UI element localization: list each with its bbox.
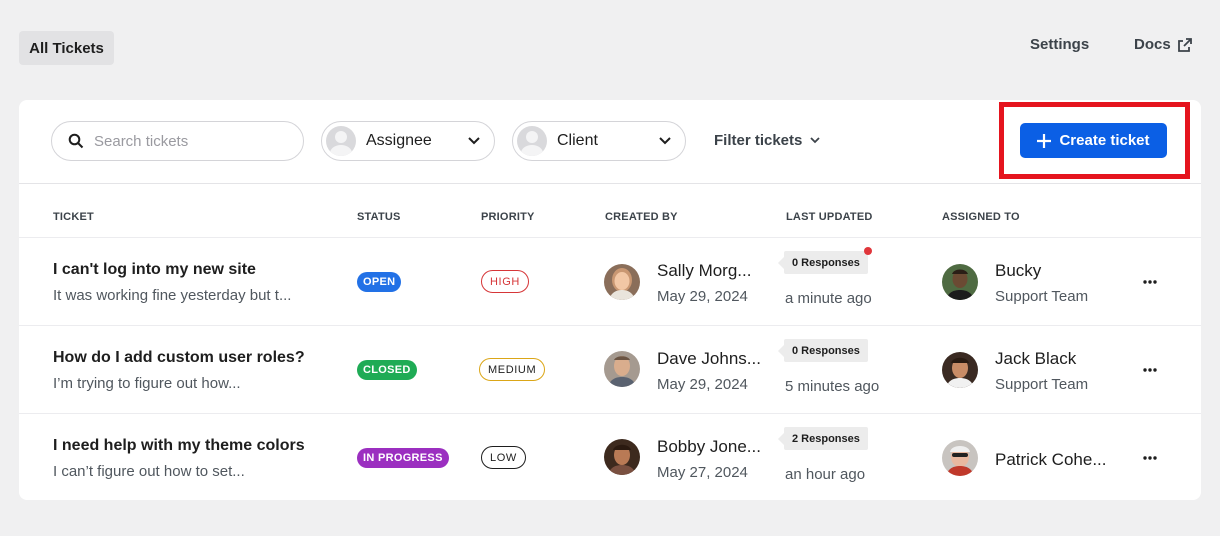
- ticket-excerpt: I can’t figure out how to set...: [53, 463, 245, 480]
- avatar: [604, 264, 640, 300]
- assignee-name: Patrick Cohe...: [995, 450, 1107, 469]
- client-avatar-placeholder-icon: [517, 126, 547, 156]
- table-row[interactable]: How do I add custom user roles? I’m tryi…: [19, 326, 1201, 414]
- top-bar: All Tickets Settings Docs: [0, 0, 1220, 100]
- responses-count: 2 Responses: [792, 432, 860, 445]
- tickets-toolbar: Assignee Client Filter tickets Create ti…: [19, 100, 1201, 184]
- more-actions-button[interactable]: [1139, 272, 1161, 292]
- client-dropdown-label: Client: [557, 132, 598, 149]
- create-ticket-button[interactable]: Create ticket: [1020, 123, 1167, 158]
- ticket-excerpt: It was working fine yesterday but t...: [53, 287, 292, 304]
- creator-name: Sally Morg...: [657, 261, 752, 280]
- settings-label: Settings: [1030, 36, 1090, 53]
- column-header-created-by: CREATED BY: [605, 211, 678, 223]
- priority-badge: HIGH: [481, 270, 529, 293]
- responses-count: 0 Responses: [792, 344, 860, 357]
- unread-dot: [863, 247, 872, 255]
- ellipsis-icon: [1143, 456, 1157, 460]
- created-date: May 29, 2024: [657, 288, 748, 305]
- docs-link[interactable]: Docs: [1134, 36, 1193, 53]
- table-header: TICKET STATUS PRIORITY CREATED BY LAST U…: [19, 184, 1201, 238]
- avatar: [604, 439, 640, 475]
- column-header-status: STATUS: [357, 211, 401, 223]
- ticket-excerpt: I’m trying to figure out how...: [53, 375, 241, 392]
- search-icon: [68, 133, 84, 149]
- more-actions-button[interactable]: [1139, 360, 1161, 380]
- status-badge: OPEN: [357, 272, 402, 292]
- search-input[interactable]: [94, 132, 284, 150]
- create-ticket-label: Create ticket: [1059, 132, 1150, 149]
- assignee-team: Support Team: [995, 288, 1089, 305]
- responses-count: 0 Responses: [792, 256, 860, 269]
- ellipsis-icon: [1143, 368, 1157, 372]
- ticket-title[interactable]: I need help with my theme colors: [53, 437, 305, 455]
- assignee-team: Support Team: [995, 376, 1089, 393]
- filter-tickets-label: Filter tickets: [714, 132, 803, 149]
- status-badge: CLOSED: [357, 360, 417, 380]
- creator-name: Dave Johns...: [657, 349, 761, 368]
- column-header-priority: PRIORITY: [481, 211, 535, 223]
- priority-badge: LOW: [481, 446, 526, 469]
- more-actions-button[interactable]: [1139, 448, 1161, 468]
- responses-badge: 0 Responses: [778, 339, 868, 362]
- last-updated: 5 minutes ago: [785, 378, 880, 395]
- assignee-avatar-placeholder-icon: [326, 126, 356, 156]
- table-row[interactable]: I need help with my theme colors I can’t…: [19, 414, 1201, 502]
- last-updated: a minute ago: [785, 290, 872, 307]
- ticket-title[interactable]: How do I add custom user roles?: [53, 349, 305, 367]
- column-header-assigned-to: ASSIGNED TO: [942, 211, 1020, 223]
- plus-icon: [1037, 133, 1052, 148]
- chevron-down-icon: [468, 137, 480, 145]
- assignee-dropdown-label: Assignee: [366, 132, 432, 149]
- table-row[interactable]: I can't log into my new site It was work…: [19, 238, 1201, 326]
- column-header-ticket: TICKET: [53, 211, 94, 223]
- tickets-card: Assignee Client Filter tickets Create ti…: [19, 100, 1201, 500]
- avatar: [604, 351, 640, 387]
- external-link-icon: [1177, 37, 1192, 52]
- avatar: [942, 264, 978, 300]
- responses-badge: 0 Responses: [778, 247, 872, 274]
- avatar: [942, 352, 978, 388]
- avatar: [942, 440, 978, 476]
- docs-label: Docs: [1134, 36, 1171, 53]
- responses-badge: 2 Responses: [778, 427, 868, 450]
- creator-name: Bobby Jone...: [657, 437, 761, 456]
- assignee-name: Jack Black: [995, 349, 1077, 368]
- assignee-name: Bucky: [995, 261, 1042, 280]
- column-header-last-updated: LAST UPDATED: [786, 211, 873, 223]
- priority-badge: MEDIUM: [479, 358, 546, 381]
- chevron-down-icon: [810, 137, 821, 144]
- tab-all-tickets[interactable]: All Tickets: [19, 31, 114, 65]
- created-date: May 27, 2024: [657, 464, 748, 481]
- ellipsis-icon: [1143, 280, 1157, 284]
- search-box: [51, 121, 304, 161]
- filter-tickets-button[interactable]: Filter tickets: [714, 132, 821, 149]
- created-date: May 29, 2024: [657, 376, 748, 393]
- ticket-title[interactable]: I can't log into my new site: [53, 261, 256, 279]
- status-badge: IN PROGRESS: [357, 448, 449, 468]
- assignee-dropdown[interactable]: Assignee: [321, 121, 495, 161]
- chevron-down-icon: [659, 137, 671, 145]
- client-dropdown[interactable]: Client: [512, 121, 686, 161]
- settings-link[interactable]: Settings: [1030, 36, 1089, 53]
- last-updated: an hour ago: [785, 466, 866, 483]
